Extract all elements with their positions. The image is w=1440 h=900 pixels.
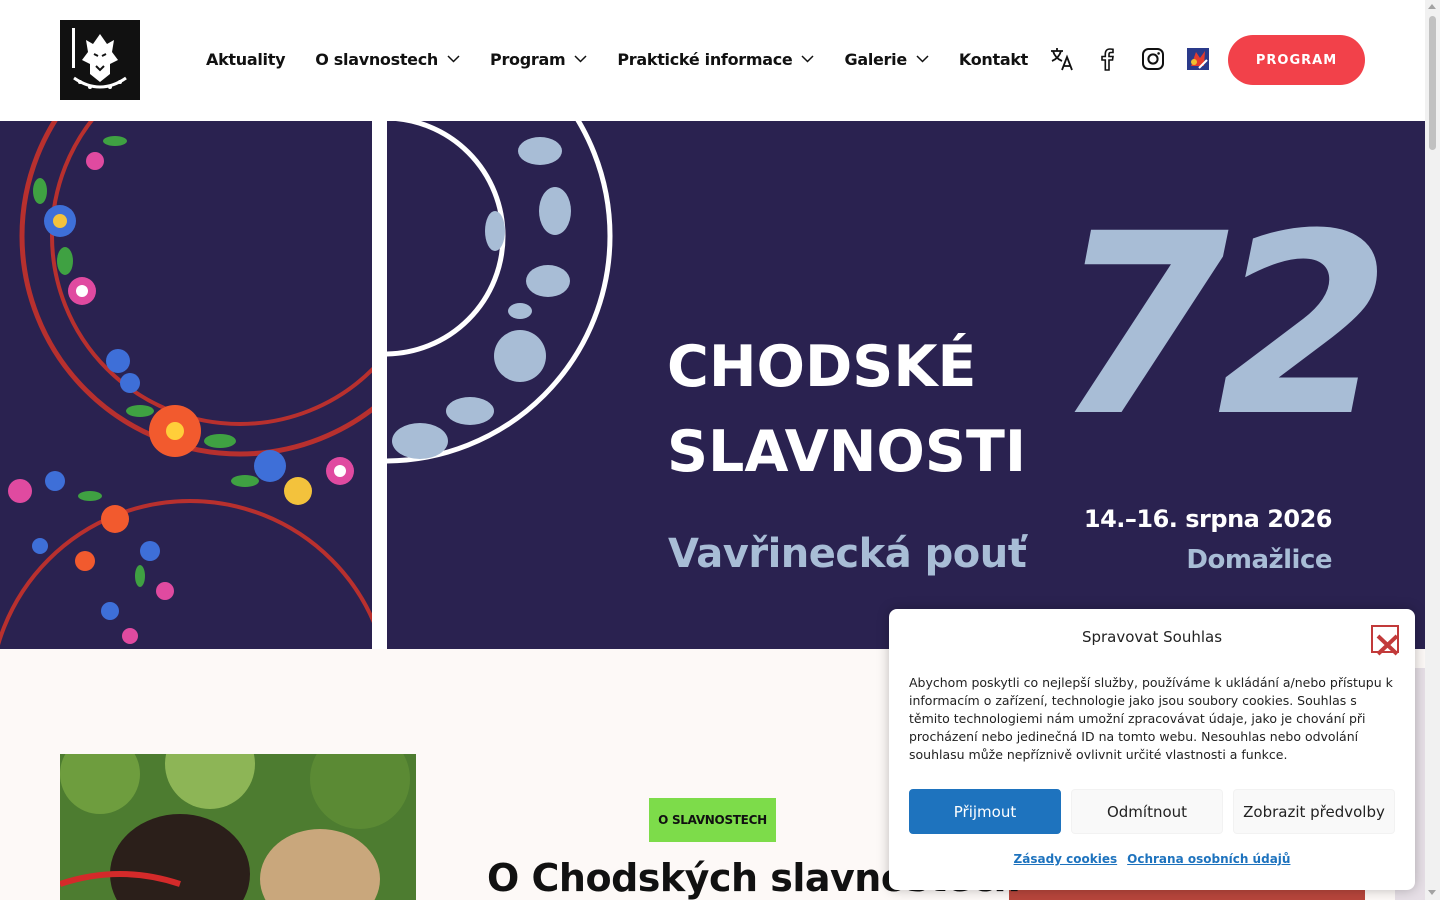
cookie-accept-button[interactable]: Přijmout <box>909 789 1061 834</box>
chevron-down-icon <box>574 55 587 63</box>
hero-title-line2: SLAVNOSTI <box>667 419 1027 485</box>
nav-label: Kontakt <box>958 49 1029 69</box>
nav-item-prakticke-informace[interactable]: Praktické informace <box>617 49 815 69</box>
nav-label: Galerie <box>844 49 907 69</box>
scroll-down-arrow[interactable] <box>1428 890 1436 895</box>
facebook-icon <box>1101 48 1114 71</box>
cookie-close-button[interactable] <box>1371 625 1399 656</box>
scroll-up-arrow[interactable] <box>1428 4 1436 9</box>
section-tag[interactable]: O SLAVNOSTECH <box>649 798 776 842</box>
chevron-down-icon <box>801 55 815 63</box>
instagram-link[interactable] <box>1140 46 1166 72</box>
partner-logo-icon <box>1187 48 1209 70</box>
nav-item-kontakt[interactable]: Kontakt <box>959 50 1028 69</box>
site-logo[interactable] <box>60 20 140 100</box>
cookie-links: Zásady cookies Ochrana osobních údajů <box>889 852 1415 866</box>
cookie-policy-link[interactable]: Zásady cookies <box>1014 852 1118 866</box>
hero-title-line1: CHODSKÉ <box>667 334 977 400</box>
hero-edition-number: 72 <box>1055 180 1391 471</box>
cookie-consent-modal: Spravovat Souhlas Abychom poskytli co ne… <box>889 609 1415 890</box>
facebook-link[interactable] <box>1094 46 1120 72</box>
site-header: Aktuality O slavnostech Program Praktick… <box>0 0 1425 121</box>
cookie-title: Spravovat Souhlas <box>1081 628 1223 646</box>
festival-photo-image <box>60 754 416 900</box>
nav-item-aktuality[interactable]: Aktuality <box>206 49 286 69</box>
program-button[interactable]: PROGRAM <box>1228 35 1365 85</box>
partner-link[interactable] <box>1185 46 1211 72</box>
instagram-icon <box>1142 48 1164 70</box>
close-icon <box>1376 634 1399 656</box>
nav-label: Aktuality <box>206 49 286 69</box>
wolf-logo-icon <box>60 20 140 100</box>
festival-photo <box>60 754 416 900</box>
hero-banner: CHODSKÉ SLAVNOSTI Vavřinecká pouť 72 14.… <box>0 121 1425 649</box>
translate-button[interactable] <box>1049 46 1075 72</box>
hero-dates: 14.–16. srpna 2026 <box>1083 505 1333 533</box>
hero-place: Domažlice <box>1186 545 1332 575</box>
hero-subtitle: Vavřinecká pouť <box>668 531 1027 577</box>
nav-item-o-slavnostech[interactable]: O slavnostech <box>315 50 460 69</box>
nav-label: Program <box>490 49 566 69</box>
privacy-policy-link[interactable]: Ochrana osobních údajů <box>1127 852 1290 866</box>
main-nav: Aktuality O slavnostech Program Praktick… <box>206 44 1058 74</box>
cookie-deny-button[interactable]: Odmítnout <box>1071 789 1223 834</box>
chevron-down-icon <box>916 55 929 63</box>
translate-icon <box>1051 48 1073 71</box>
cookie-text: Abychom poskytli co nejlepší služby, pou… <box>909 675 1393 762</box>
page-scrollbar[interactable] <box>1425 0 1440 900</box>
nav-item-program[interactable]: Program <box>490 50 587 69</box>
nav-label: O slavnostech <box>315 49 439 69</box>
nav-item-galerie[interactable]: Galerie <box>844 49 929 69</box>
cookie-preferences-button[interactable]: Zobrazit předvolby <box>1233 789 1395 834</box>
scroll-thumb[interactable] <box>1429 16 1436 150</box>
chevron-down-icon <box>447 55 460 63</box>
nav-label: Praktické informace <box>617 49 793 69</box>
